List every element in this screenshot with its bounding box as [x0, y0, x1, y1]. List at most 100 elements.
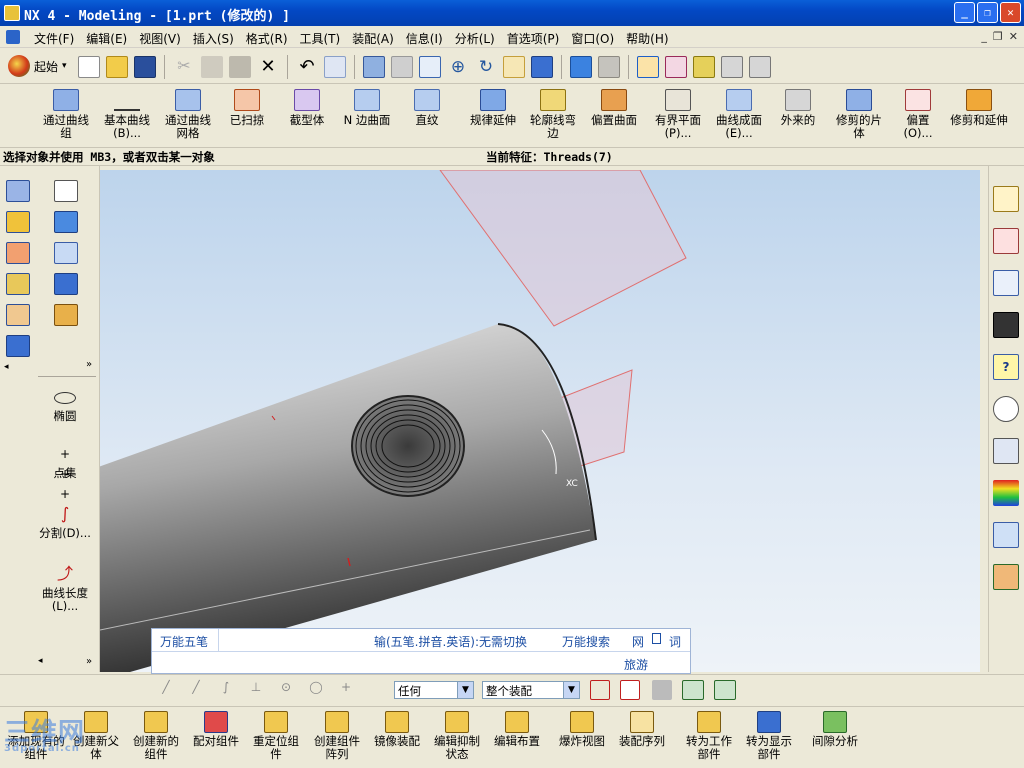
chevron-down-icon[interactable]: »: [86, 359, 92, 370]
curve-icon[interactable]: ∫: [216, 680, 236, 700]
plus-icon[interactable]: +: [336, 680, 356, 700]
section-body-button[interactable]: 截型体: [282, 89, 332, 127]
basic-curves-button[interactable]: 基本曲线(B)...: [98, 89, 156, 140]
delete-icon[interactable]: ✕: [257, 56, 279, 78]
information-icon[interactable]: [324, 56, 346, 78]
restore-button[interactable]: ❐: [977, 2, 998, 23]
sphere-icon[interactable]: [6, 304, 30, 326]
trim-extend-button[interactable]: 修剪和延伸: [950, 89, 1008, 127]
rendering-style-icon[interactable]: [570, 56, 592, 78]
minimize-button[interactable]: _: [954, 2, 975, 23]
zoom-in-out-icon[interactable]: ⊕: [447, 56, 469, 78]
start-button[interactable]: 起始 ▾: [8, 55, 67, 77]
paste-icon[interactable]: [229, 56, 251, 78]
point-set-button[interactable]: + + + 点集: [36, 444, 94, 501]
ime-word-link[interactable]: 词: [669, 633, 681, 650]
circle-icon[interactable]: ◯: [306, 680, 326, 700]
crosshair-icon[interactable]: [620, 680, 640, 700]
ruled-button[interactable]: 直纹: [404, 89, 450, 127]
cylinder-icon[interactable]: [6, 242, 30, 264]
mate-component-button[interactable]: 配对组件: [190, 711, 242, 748]
cut-icon[interactable]: ✂: [173, 56, 195, 78]
history-icon[interactable]: [993, 396, 1019, 422]
menu-analysis[interactable]: 分析(L): [449, 29, 501, 48]
doc-minimize-icon[interactable]: _: [981, 30, 987, 43]
profile-flange-button[interactable]: 轮廓线弯边: [526, 89, 580, 140]
page-icon[interactable]: [652, 633, 662, 644]
curve-length-button[interactable]: ⤴ 曲线长度(L)...: [36, 564, 94, 613]
chevron-down-icon[interactable]: »: [86, 656, 92, 667]
visualization-icon[interactable]: [993, 480, 1019, 506]
ellipse-button[interactable]: 椭圆: [36, 388, 94, 423]
zoom-icon[interactable]: [419, 56, 441, 78]
solid-block-icon[interactable]: [54, 211, 78, 233]
divide-curve-button[interactable]: ∫ 分割(D)...: [36, 504, 94, 540]
component-array-button[interactable]: 创建组件阵列: [310, 711, 364, 761]
menu-window[interactable]: 窗口(O): [565, 29, 620, 48]
doc-restore-icon[interactable]: ❐: [993, 30, 1003, 43]
menu-information[interactable]: 信息(I): [400, 29, 449, 48]
part-navigator-icon[interactable]: [993, 228, 1019, 254]
document-icon[interactable]: [6, 30, 20, 44]
display-icon[interactable]: [721, 56, 743, 78]
rotate-icon[interactable]: ↻: [475, 56, 497, 78]
hole-icon[interactable]: [54, 273, 78, 295]
foreign-button[interactable]: 外来的: [774, 89, 822, 127]
revolve-icon[interactable]: [54, 242, 78, 264]
assembly-sequence-button[interactable]: 装配序列: [616, 711, 668, 748]
offset-button[interactable]: 偏置(O)...: [896, 89, 940, 140]
make-display-part-button[interactable]: 转为显示部件: [742, 711, 796, 761]
analysis-icon[interactable]: [693, 56, 715, 78]
new-file-icon[interactable]: [78, 56, 100, 78]
copy-icon[interactable]: [201, 56, 223, 78]
layer-settings-icon[interactable]: [714, 680, 736, 700]
reposition-component-button[interactable]: 重定位组件: [250, 711, 302, 761]
snap-point-icon[interactable]: [590, 680, 610, 700]
menu-file[interactable]: 文件(F): [28, 29, 80, 48]
ime-web-link[interactable]: 网: [632, 633, 644, 650]
training-icon[interactable]: [993, 312, 1019, 338]
wcs-icon[interactable]: [637, 56, 659, 78]
palette-icon[interactable]: [993, 438, 1019, 464]
undo-icon[interactable]: ↶: [296, 56, 318, 78]
clearance-analysis-button[interactable]: 间隙分析: [808, 711, 862, 748]
bounded-plane-button[interactable]: 有界平面(P)...: [650, 89, 706, 140]
exploded-view-button[interactable]: 爆炸视图: [556, 711, 608, 748]
help-icon[interactable]: ?: [993, 354, 1019, 380]
coordinate-icon[interactable]: [665, 56, 687, 78]
orient-view-icon[interactable]: [598, 56, 620, 78]
menu-help[interactable]: 帮助(H): [620, 29, 674, 48]
chevron-left-icon[interactable]: ◂: [38, 656, 43, 666]
swept-button[interactable]: 已扫掠: [222, 89, 272, 127]
assembly-navigator-icon[interactable]: [993, 186, 1019, 212]
new-component-button[interactable]: 创建新的组件: [128, 711, 184, 761]
show-hide-icon[interactable]: [749, 56, 771, 78]
menu-edit[interactable]: 编辑(E): [80, 29, 133, 48]
circle-icon[interactable]: ⊙: [276, 680, 296, 700]
grid-icon[interactable]: [652, 680, 672, 700]
save-icon[interactable]: [134, 56, 156, 78]
box-icon[interactable]: [6, 211, 30, 233]
edit-suppression-button[interactable]: 编辑抑制状态: [430, 711, 484, 761]
close-button[interactable]: ✕: [1000, 2, 1021, 23]
menu-tools[interactable]: 工具(T): [294, 29, 347, 48]
ime-search-link[interactable]: 万能搜索: [562, 633, 610, 650]
make-work-part-button[interactable]: 转为工作部件: [682, 711, 736, 761]
doc-close-icon[interactable]: ✕: [1009, 30, 1018, 43]
edit-arrangement-button[interactable]: 编辑布置: [490, 711, 544, 748]
menu-preferences[interactable]: 首选项(P): [501, 29, 566, 48]
web-browser-icon[interactable]: [993, 270, 1019, 296]
trimmed-sheet-button[interactable]: 修剪的片体: [832, 89, 886, 140]
pan-icon[interactable]: [503, 56, 525, 78]
n-sided-surface-button[interactable]: N 边曲面: [340, 89, 394, 127]
line-icon[interactable]: ╱: [156, 680, 176, 700]
block-icon[interactable]: [6, 180, 30, 202]
through-curves-button[interactable]: 通过曲线组: [38, 89, 94, 140]
line-icon[interactable]: ╱: [186, 680, 206, 700]
layers-icon[interactable]: [682, 680, 704, 700]
type-filter-dropdown[interactable]: 任何 ▼: [394, 681, 474, 699]
menu-format[interactable]: 格式(R): [240, 29, 294, 48]
selection-scope-dropdown[interactable]: 整个装配 ▼: [482, 681, 580, 699]
open-folder-icon[interactable]: [106, 56, 128, 78]
graphics-window[interactable]: XC: [100, 170, 980, 672]
